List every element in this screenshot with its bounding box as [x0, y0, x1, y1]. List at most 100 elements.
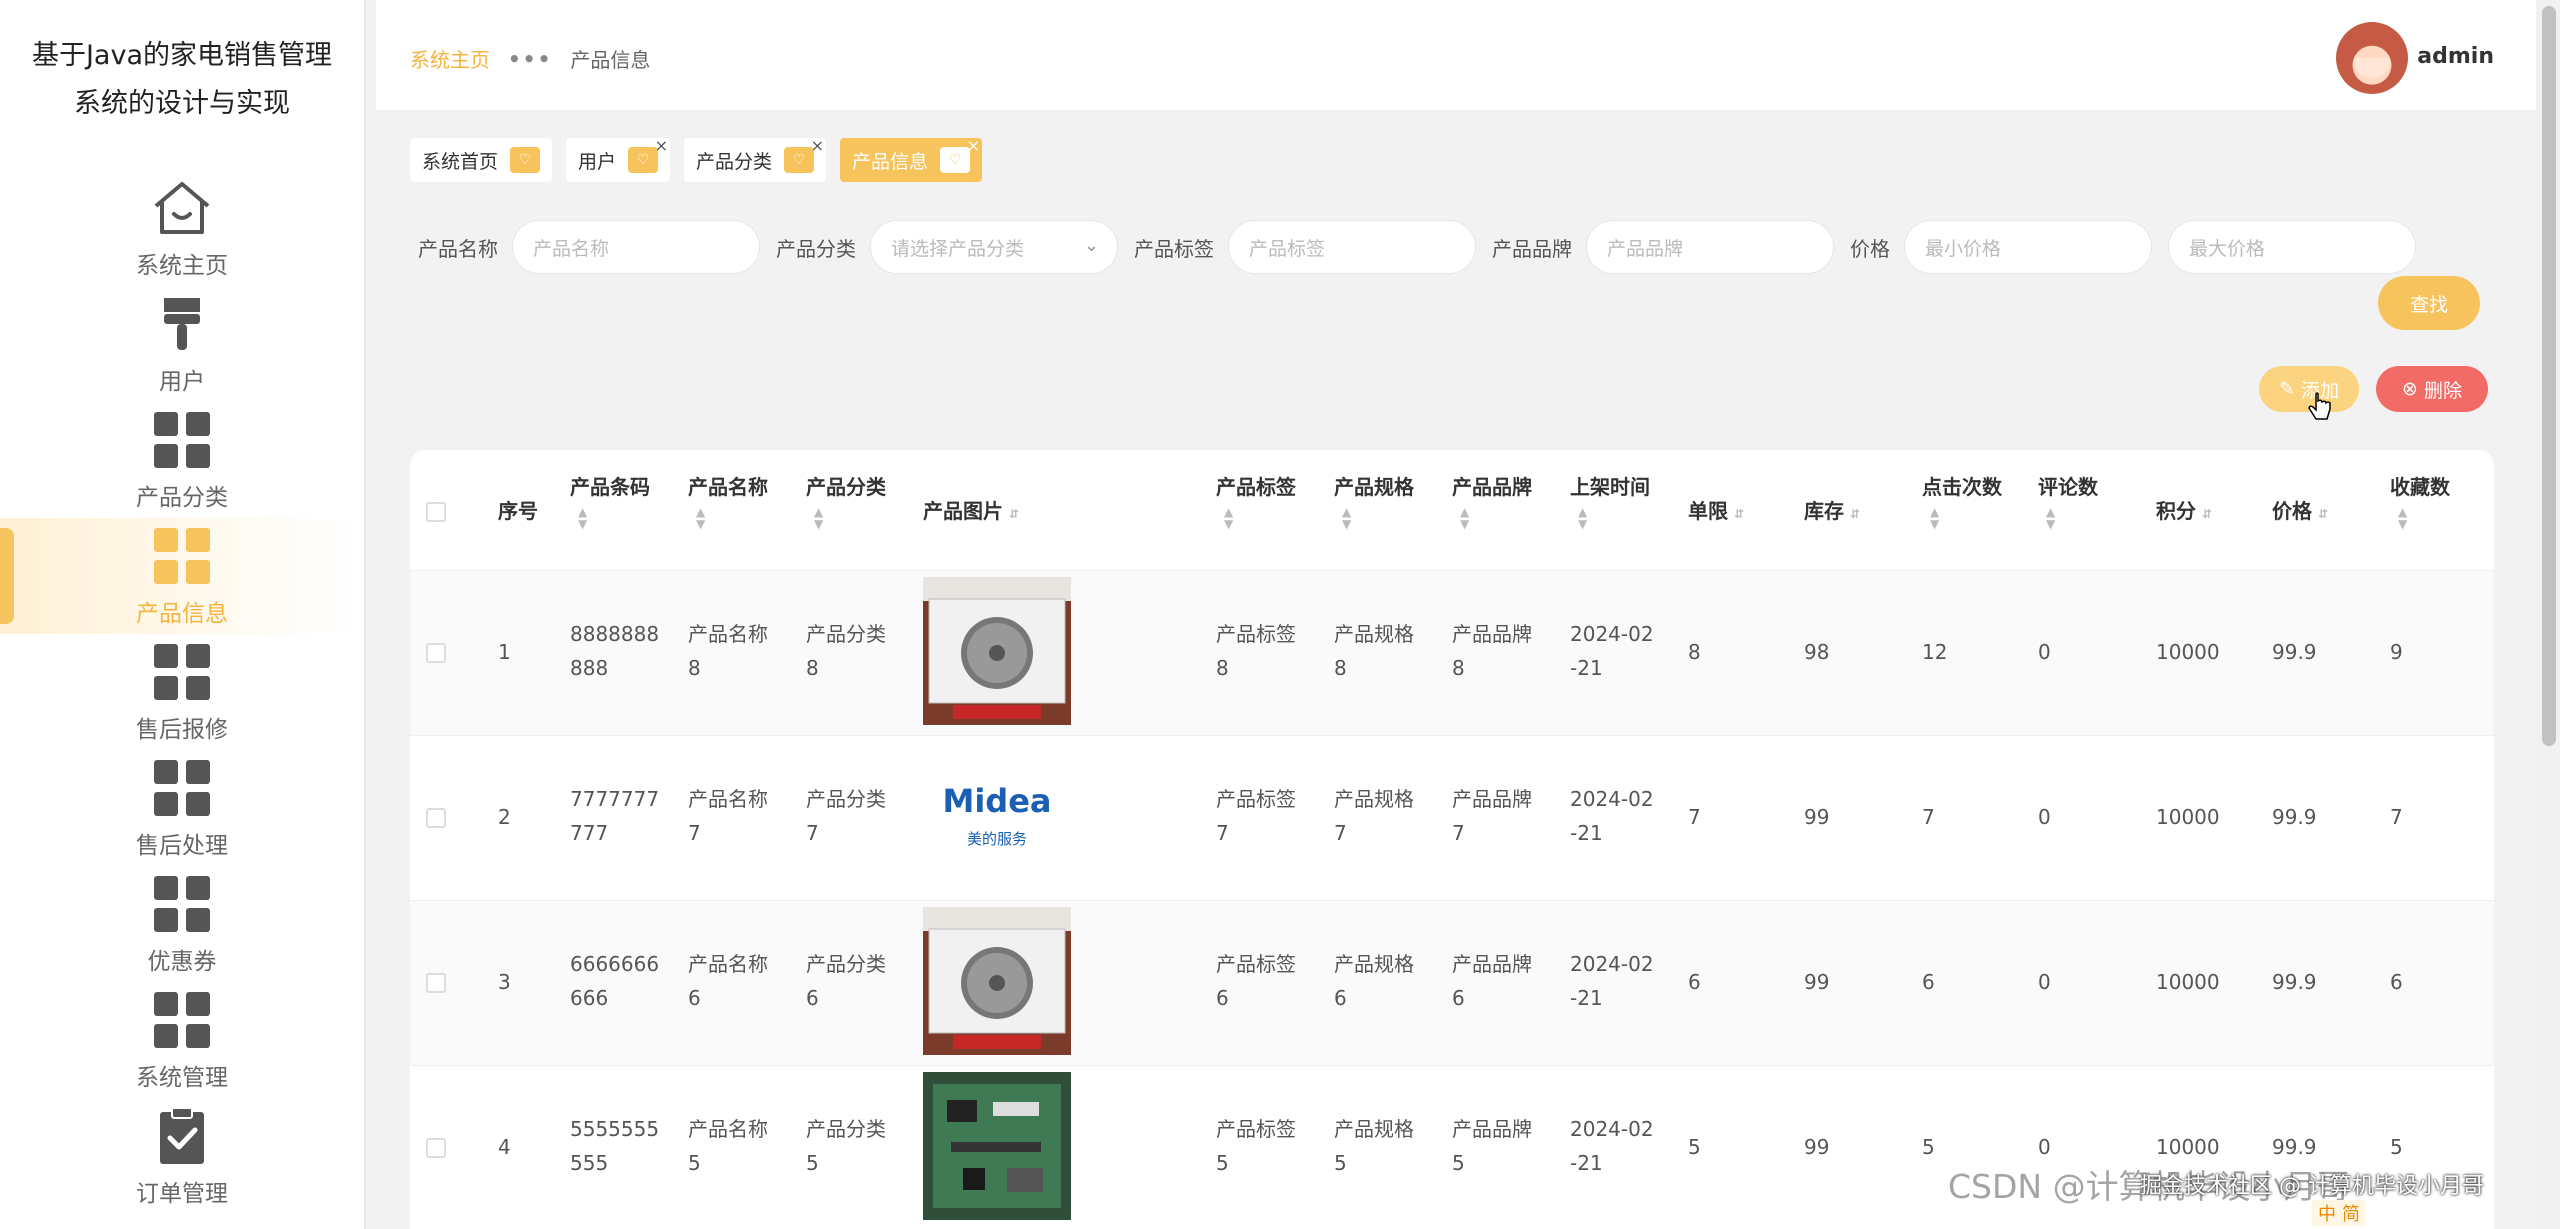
- cell-price: 99.9: [2272, 970, 2317, 994]
- sidebar-item-label: 产品信息: [136, 601, 228, 627]
- tag-users[interactable]: 用户 ♡ ×: [566, 136, 671, 182]
- col-name[interactable]: 产品名称 ▲ ▼: [688, 472, 768, 530]
- sort-icon[interactable]: ▲ ▼: [1930, 506, 2002, 530]
- product-tag-input[interactable]: 产品标签: [1228, 220, 1476, 274]
- cell-time-line2: -21: [1570, 1151, 1603, 1175]
- close-icon[interactable]: ×: [811, 136, 824, 155]
- col-clicks[interactable]: 点击次数 ▲ ▼: [1922, 472, 2002, 530]
- table-row[interactable]: 3 6666666 666 产品名称 6 产品分类 6 产品标签 6 产品规格 6 产品品…: [410, 900, 2494, 1065]
- delete-button[interactable]: ⊗ 删除: [2376, 366, 2488, 412]
- sort-icon[interactable]: ▲ ▼: [578, 506, 650, 530]
- cell-barcode-line1: 5555555: [570, 1117, 660, 1141]
- col-brand[interactable]: 产品品牌 ▲ ▼: [1452, 472, 1532, 530]
- sort-icon[interactable]: ▲ ▼: [1224, 506, 1296, 530]
- sidebar-item-users[interactable]: 用户: [0, 286, 364, 402]
- col-index: 序号: [498, 499, 538, 523]
- sort-icon[interactable]: ▲ ▼: [2046, 506, 2098, 530]
- username[interactable]: admin: [2417, 44, 2494, 69]
- col-category-label: 产品分类: [806, 475, 886, 499]
- scrollbar-thumb[interactable]: [2542, 6, 2556, 746]
- sort-icon[interactable]: ⇵: [1734, 507, 1744, 521]
- cell-barcode-line1: 8888888: [570, 622, 660, 646]
- search-button[interactable]: 查找: [2378, 276, 2480, 330]
- cell-barcode: 5555555 555: [570, 1112, 659, 1180]
- sidebar-item-system[interactable]: 系统管理: [0, 982, 364, 1098]
- max-price-input[interactable]: 最大价格: [2168, 220, 2416, 274]
- sidebar-item-coupons[interactable]: 优惠券: [0, 866, 364, 982]
- breadcrumb-home[interactable]: 系统主页: [410, 44, 490, 73]
- close-icon[interactable]: ×: [655, 136, 668, 155]
- cell-tag-line2: 7: [1216, 821, 1229, 845]
- breadcrumb: 系统主页 ••• 产品信息: [410, 44, 650, 73]
- sort-icon[interactable]: ▲ ▼: [1578, 506, 1650, 530]
- sort-icon[interactable]: ▲ ▼: [1342, 506, 1414, 530]
- sidebar-item-product-category[interactable]: 产品分类: [0, 402, 364, 518]
- ime-toolbar[interactable]: 中 简: [2312, 1200, 2366, 1226]
- cell-clicks: 6: [1922, 970, 1935, 994]
- page-scrollbar[interactable]: [2538, 0, 2560, 1229]
- sort-icon[interactable]: ▲ ▼: [814, 506, 886, 530]
- sidebar-item-orders[interactable]: 订单管理: [0, 1098, 364, 1214]
- close-icon[interactable]: ×: [967, 136, 980, 155]
- sidebar: 基于Java的家电销售管理 系统的设计与实现 系统主页 用户 产品分类 产品信息…: [0, 0, 366, 1229]
- sort-icon[interactable]: ⇵: [1009, 507, 1019, 521]
- col-limit[interactable]: 单限 ⇵: [1688, 496, 1744, 529]
- cell-index: 3: [498, 970, 511, 994]
- product-image-air-conditioner[interactable]: [923, 577, 1071, 725]
- row-checkbox[interactable]: [426, 1138, 446, 1158]
- table-row[interactable]: 2 7777777 777 产品名称 7 产品分类 7 Midea 美的服务 产品标签…: [410, 735, 2494, 900]
- col-stock[interactable]: 库存 ⇵: [1804, 496, 1860, 529]
- col-barcode[interactable]: 产品条码 ▲ ▼: [570, 472, 650, 530]
- cell-barcode-line2: 888: [570, 656, 609, 680]
- sort-icon[interactable]: ▲ ▼: [1460, 506, 1532, 530]
- cell-brand-line2: 7: [1452, 821, 1465, 845]
- col-barcode-label: 产品条码: [570, 475, 650, 499]
- product-image-air-conditioner[interactable]: [923, 907, 1071, 1055]
- cell-spec-line2: 8: [1334, 656, 1347, 680]
- select-all-checkbox[interactable]: [426, 502, 446, 522]
- col-comments[interactable]: 评论数 ▲ ▼: [2038, 472, 2098, 530]
- min-price-input[interactable]: 最小价格: [1904, 220, 2152, 274]
- sort-icon[interactable]: ▲ ▼: [696, 506, 768, 530]
- tag-product-info[interactable]: 产品信息 ♡ ×: [840, 136, 983, 182]
- avatar[interactable]: [2336, 22, 2408, 94]
- sort-icon[interactable]: ⇵: [1850, 507, 1860, 521]
- price-label: 价格: [1850, 236, 1890, 261]
- cell-comments: 0: [2038, 1135, 2051, 1159]
- col-spec[interactable]: 产品规格 ▲ ▼: [1334, 472, 1414, 530]
- cell-tag: 产品标签 5: [1216, 1112, 1296, 1180]
- cell-name: 产品名称 7: [688, 782, 768, 850]
- sort-icon[interactable]: ⇵: [2318, 507, 2328, 521]
- cell-brand-line2: 8: [1452, 656, 1465, 680]
- sidebar-item-repair[interactable]: 售后报修: [0, 634, 364, 750]
- col-points[interactable]: 积分 ⇵: [2156, 496, 2212, 529]
- col-price[interactable]: 价格 ⇵: [2272, 496, 2328, 529]
- product-brand-input[interactable]: 产品品牌: [1586, 220, 1834, 274]
- col-shelf-time[interactable]: 上架时间 ▲ ▼: [1570, 472, 1650, 530]
- ime-label[interactable]: 简: [2342, 1200, 2360, 1226]
- edit-icon: ✎: [2279, 378, 2295, 400]
- cell-barcode: 8888888 888: [570, 617, 659, 685]
- ime-mode[interactable]: 中: [2318, 1200, 2336, 1226]
- product-image-midea[interactable]: Midea 美的服务: [923, 742, 1071, 890]
- table-row[interactable]: 1 8888888 888 产品名称 8 产品分类 8 产品标签 8 产品规格 8 产品品…: [410, 570, 2494, 735]
- row-checkbox[interactable]: [426, 643, 446, 663]
- sort-icon[interactable]: ▲ ▼: [2398, 506, 2450, 530]
- sort-icon[interactable]: ⇵: [2202, 507, 2212, 521]
- row-checkbox[interactable]: [426, 808, 446, 828]
- col-tag[interactable]: 产品标签 ▲ ▼: [1216, 472, 1296, 530]
- col-category[interactable]: 产品分类 ▲ ▼: [806, 472, 886, 530]
- sidebar-item-product-info[interactable]: 产品信息: [0, 518, 364, 634]
- row-checkbox[interactable]: [426, 973, 446, 993]
- tag-product-category[interactable]: 产品分类 ♡ ×: [684, 136, 827, 182]
- cell-favorites: 7: [2390, 805, 2403, 829]
- tag-home[interactable]: 系统首页 ♡: [410, 138, 553, 182]
- col-image[interactable]: 产品图片 ⇵: [923, 496, 1019, 529]
- col-favorites[interactable]: 收藏数 ▲ ▼: [2390, 472, 2450, 530]
- product-image-circuit-board[interactable]: [923, 1072, 1071, 1220]
- cell-category-line1: 产品分类: [806, 787, 886, 811]
- product-category-select[interactable]: 请选择产品分类 ⌄: [870, 220, 1118, 274]
- sidebar-item-after-sales[interactable]: 售后处理: [0, 750, 364, 866]
- product-name-input[interactable]: 产品名称: [512, 220, 760, 274]
- sidebar-item-home[interactable]: 系统主页: [0, 170, 364, 286]
